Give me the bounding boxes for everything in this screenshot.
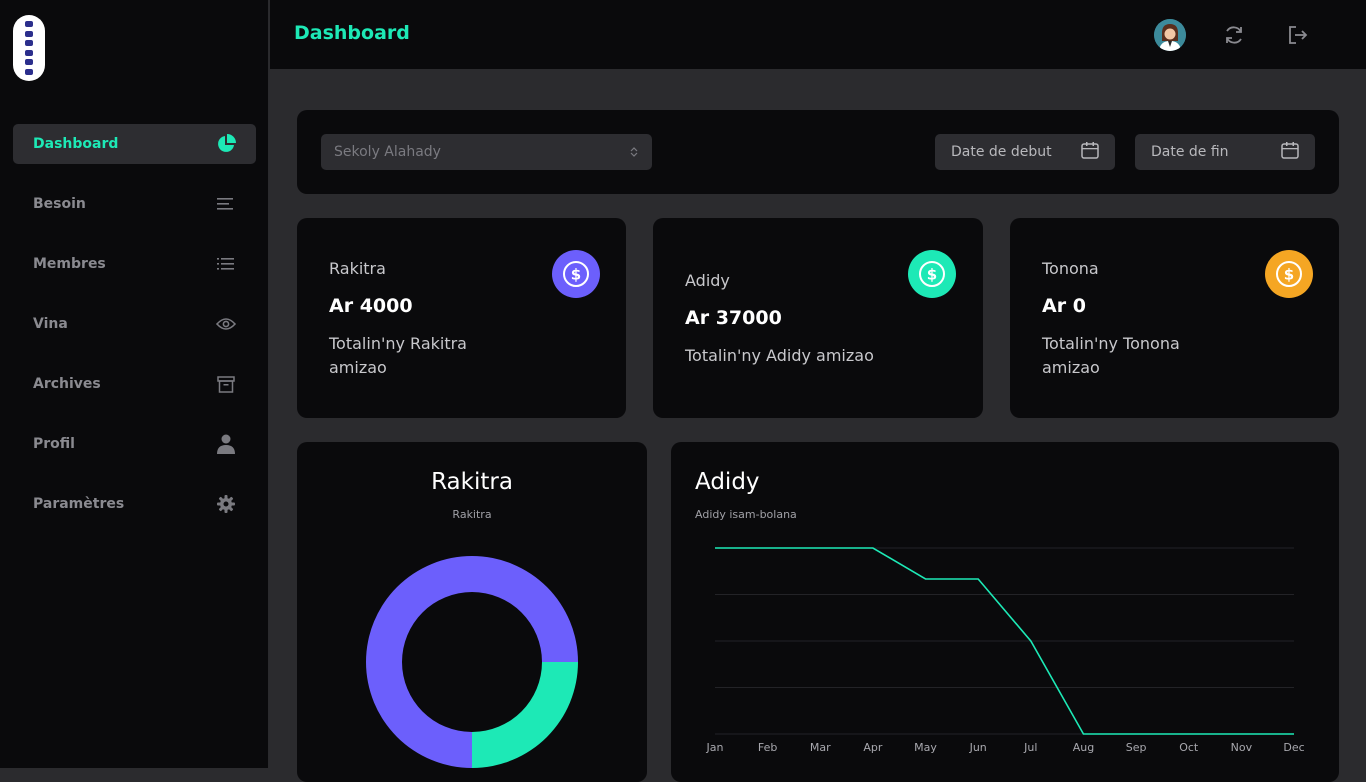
align-left-icon [216, 194, 236, 214]
gear-icon [216, 494, 236, 514]
refresh-icon[interactable] [1221, 22, 1247, 48]
sidebar-item-archives[interactable]: Archives [13, 364, 256, 404]
sidebar: Dashboard Besoin Membres Vina Archives P… [0, 0, 269, 768]
card-value: Ar 0 [1042, 295, 1086, 317]
eye-icon [216, 314, 236, 334]
x-tick-label: Nov [1231, 741, 1253, 754]
sidebar-item-label: Profil [33, 436, 75, 452]
x-tick-label: Dec [1283, 741, 1304, 754]
svg-text:$: $ [927, 266, 937, 284]
rakitra-chart-card: Rakitra Rakitra [297, 442, 647, 782]
page-title: Dashboard [294, 22, 410, 44]
x-tick-label: Apr [863, 741, 883, 754]
sidebar-item-vina[interactable]: Vina [13, 304, 256, 344]
school-select-value: Sekoly Alahady [334, 144, 441, 160]
sidebar-item-dashboard[interactable]: Dashboard [13, 124, 256, 164]
card-description: Totalin'ny Rakitra amizao [329, 334, 467, 377]
sidebar-item-label: Paramètres [33, 496, 125, 512]
date-start-label: Date de debut [951, 144, 1052, 160]
list-icon [216, 254, 236, 274]
x-tick-label: Jul [1023, 741, 1037, 754]
donut-chart [366, 556, 578, 768]
sidebar-item-label: Membres [33, 256, 106, 272]
card-description: Totalin'ny Adidy amizao [685, 346, 874, 365]
sidebar-item-profil[interactable]: Profil [13, 424, 256, 464]
x-tick-label: Aug [1073, 741, 1094, 754]
logout-icon[interactable] [1285, 22, 1311, 48]
x-tick-label: May [914, 741, 937, 754]
card-description: Totalin'ny Tonona amizao [1042, 334, 1180, 377]
dollar-icon: $ [552, 250, 600, 298]
x-tick-label: Jan [706, 741, 724, 754]
sidebar-item-besoin[interactable]: Besoin [13, 184, 256, 224]
school-select[interactable]: Sekoly Alahady [321, 134, 652, 170]
calendar-icon [1081, 141, 1099, 163]
calendar-icon [1281, 141, 1299, 163]
sidebar-item-label: Archives [33, 376, 101, 392]
date-end-field[interactable]: Date de fin [1135, 134, 1315, 170]
donut-slice [472, 662, 578, 768]
svg-text:$: $ [571, 266, 581, 284]
select-arrows-icon [630, 143, 638, 162]
card-title: Tonona [1042, 259, 1099, 278]
logo [13, 15, 45, 81]
x-tick-label: Jun [969, 741, 987, 754]
filter-panel: Sekoly Alahady Date de debut Date de fin [297, 110, 1339, 194]
stat-card-tonona: Tonona Ar 0 Totalin'ny Tonona amizao $ [1010, 218, 1339, 418]
user-icon [216, 434, 236, 454]
line-chart: Jan Feb Mar Apr May Jun Jul Aug Sep Oct Nov Dec [706, 547, 1305, 754]
card-title: Adidy [685, 271, 730, 290]
adidy-chart-card: Adidy Adidy isam-bolana Jan Feb Mar Apr May J… [671, 442, 1339, 782]
topbar: Dashboard [270, 0, 1366, 69]
stat-card-rakitra: Rakitra Ar 4000 Totalin'ny Rakitra amiza… [297, 218, 626, 418]
card-value: Ar 37000 [685, 307, 782, 329]
sidebar-item-label: Vina [33, 316, 68, 332]
sidebar-item-parametres[interactable]: Paramètres [13, 484, 256, 524]
sidebar-item-label: Besoin [33, 196, 86, 212]
archive-icon [216, 374, 236, 394]
sidebar-item-membres[interactable]: Membres [13, 244, 256, 284]
sidebar-item-label: Dashboard [33, 136, 119, 152]
card-title: Rakitra [329, 259, 386, 278]
date-start-field[interactable]: Date de debut [935, 134, 1115, 170]
x-tick-label: Feb [758, 741, 777, 754]
dollar-icon: $ [908, 250, 956, 298]
x-tick-label: Oct [1179, 741, 1199, 754]
card-value: Ar 4000 [329, 295, 413, 317]
pie-chart-icon [216, 134, 236, 154]
x-tick-label: Mar [810, 741, 831, 754]
svg-text:$: $ [1284, 266, 1294, 284]
x-tick-label: Sep [1126, 741, 1147, 754]
dollar-icon: $ [1265, 250, 1313, 298]
stat-card-adidy: Adidy Ar 37000 Totalin'ny Adidy amizao $ [653, 218, 983, 418]
avatar[interactable] [1154, 19, 1186, 51]
date-end-label: Date de fin [1151, 144, 1229, 160]
